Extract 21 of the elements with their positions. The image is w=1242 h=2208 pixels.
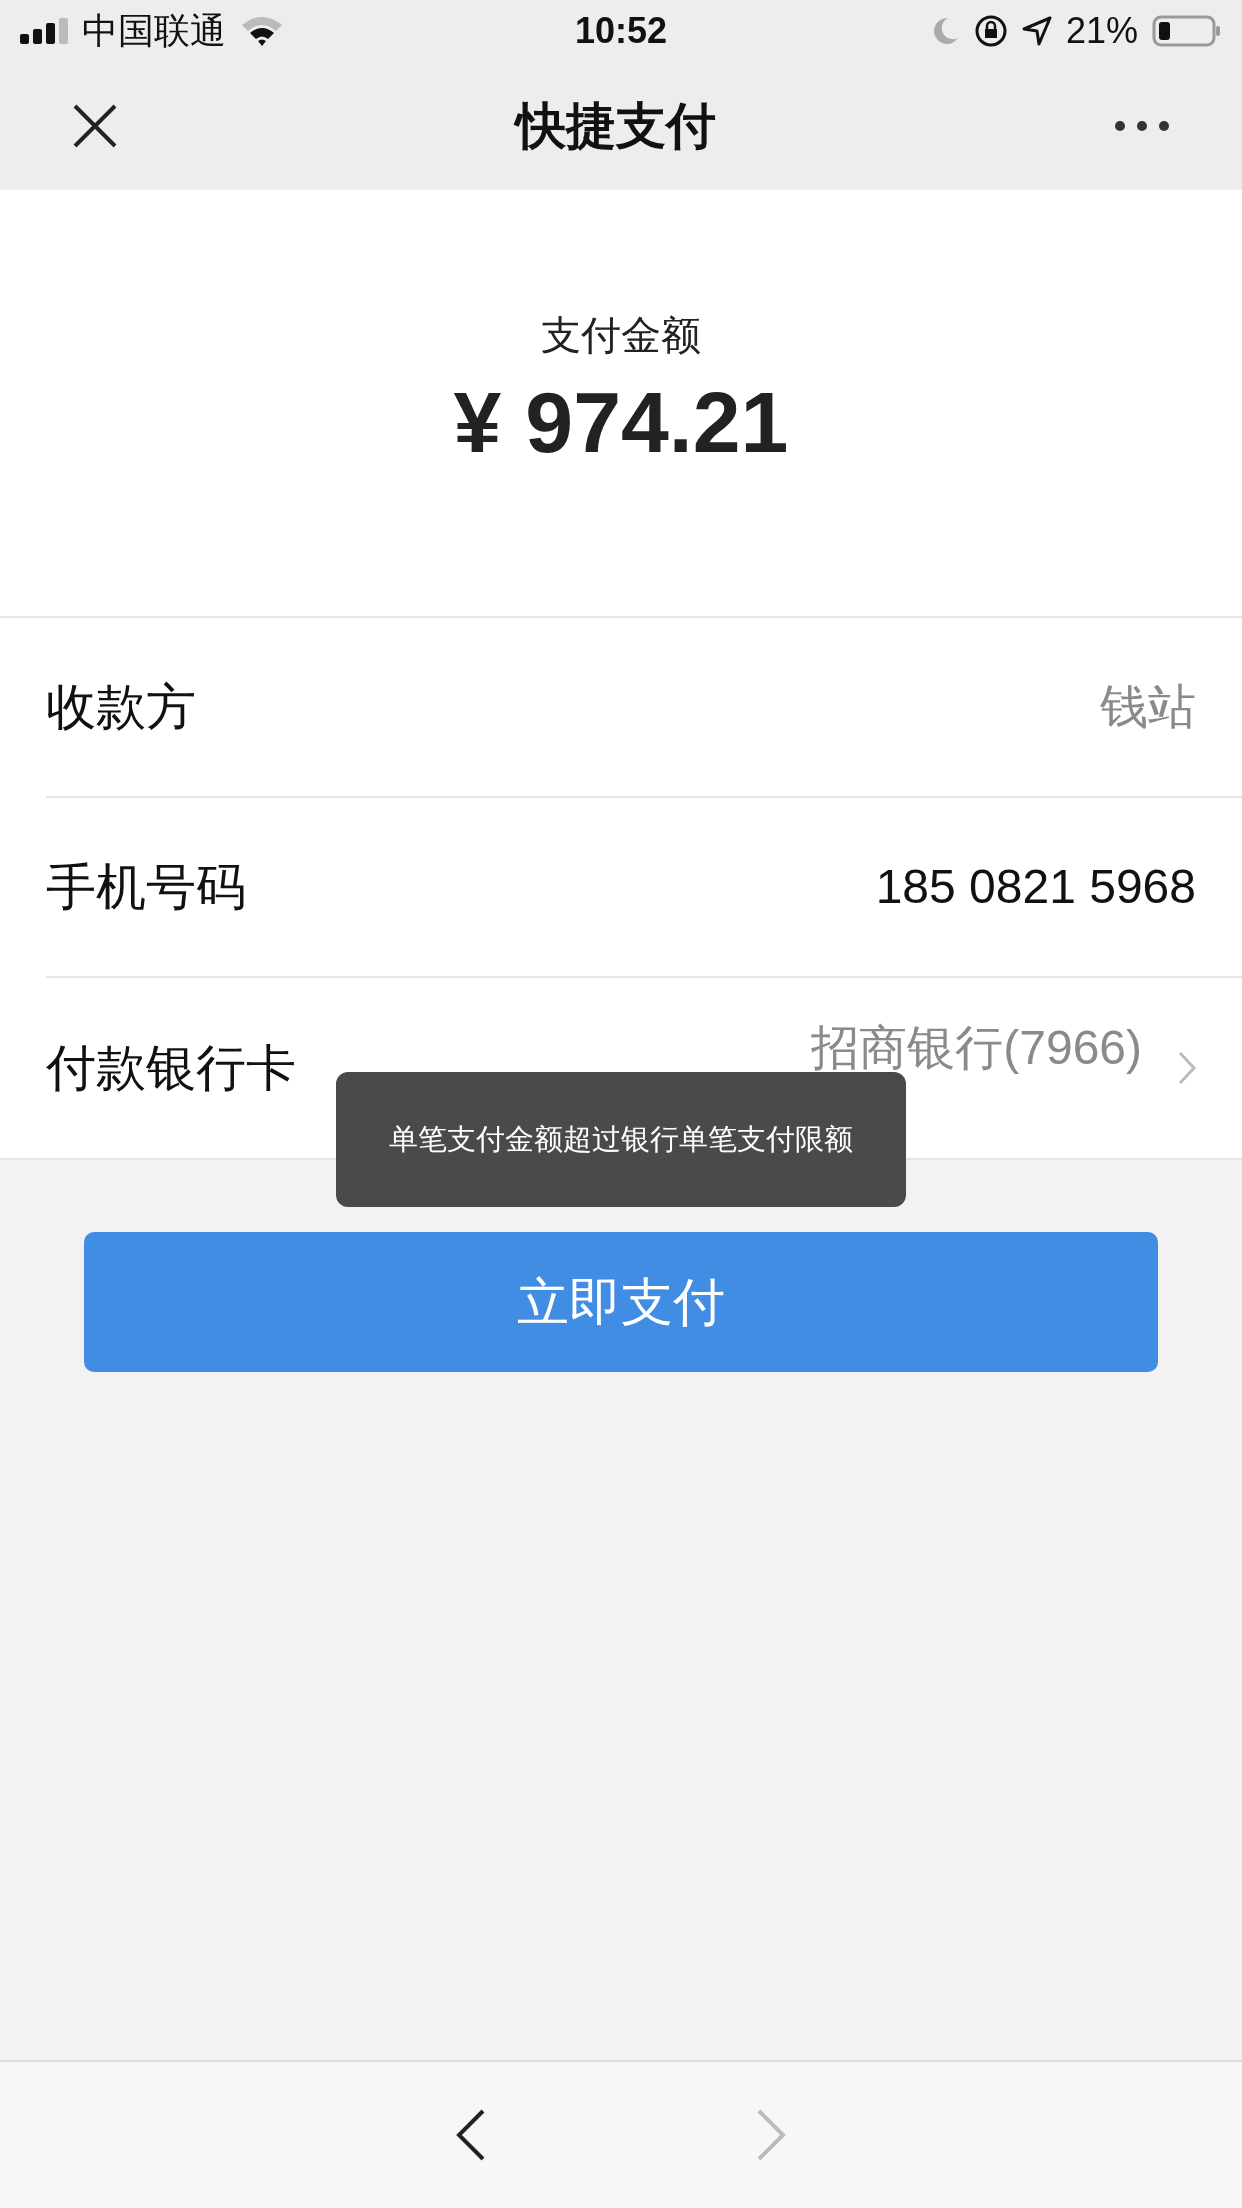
rotation-lock-icon [973, 14, 1008, 48]
amount-value: ¥ 974.21 [453, 379, 789, 465]
location-icon [1021, 16, 1052, 46]
pay-button[interactable]: 立即支付 [84, 1232, 1158, 1372]
signal-icon [20, 18, 68, 44]
amount-label: 支付金额 [541, 312, 701, 359]
carrier-name: 中国联通 [82, 9, 226, 53]
wifi-icon [240, 15, 284, 47]
error-toast: 单笔支付金额超过银行单笔支付限额 [336, 1072, 906, 1207]
close-icon[interactable] [72, 103, 118, 149]
row-label: 付款银行卡 [46, 1038, 297, 1098]
row-label: 收款方 [46, 677, 197, 737]
more-icon[interactable] [1114, 120, 1170, 132]
row-label: 手机号码 [46, 857, 247, 917]
chevron-icon [1178, 1051, 1196, 1085]
row-value[interactable]: 招商银行(7966) [811, 1024, 1142, 1072]
battery-percent: 21% [1065, 9, 1138, 53]
row-value: 钱站 [1100, 683, 1196, 731]
row-value: 185 0821 5968 [875, 863, 1196, 911]
battery-icon [1152, 15, 1222, 47]
status-time: 10:52 [574, 9, 668, 53]
